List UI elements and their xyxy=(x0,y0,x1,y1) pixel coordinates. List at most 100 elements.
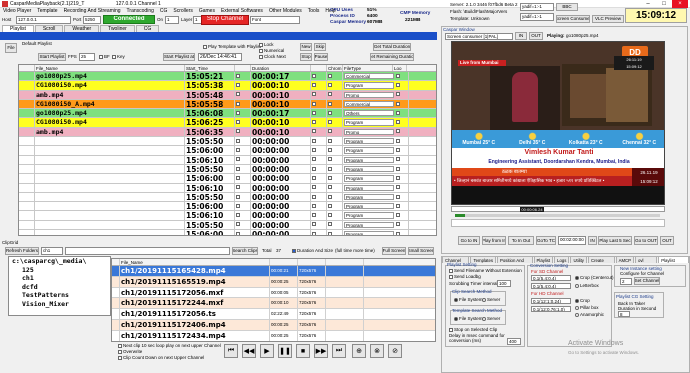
pillarbox-radio[interactable]: Pillar box xyxy=(575,305,599,311)
filetype-select[interactable]: Program xyxy=(344,175,394,182)
menu-item[interactable]: CG xyxy=(160,8,168,14)
clip-row[interactable]: ch1/20191115165519.mp4 00:00:25 720x576 xyxy=(112,276,435,288)
chroma-checkbox[interactable] xyxy=(327,90,343,99)
settings-tab[interactable]: Logs xyxy=(554,256,570,263)
tree-folder[interactable]: TestPatterns xyxy=(12,291,110,300)
font-select[interactable]: Font xyxy=(250,16,300,24)
folder-input[interactable]: ch1 xyxy=(41,247,63,255)
tree-folder[interactable]: 125 xyxy=(12,266,110,275)
stop-button[interactable]: Stop xyxy=(300,53,312,61)
clip-row[interactable]: ch1/20191115172406.mp4 00:00:25 720x576 xyxy=(112,319,435,331)
filetype-select[interactable]: Program xyxy=(344,212,394,219)
port-input[interactable]: 5250 xyxy=(83,16,101,24)
play-checkbox[interactable] xyxy=(235,155,251,164)
chroma-checkbox[interactable] xyxy=(327,81,343,90)
transport-play-button[interactable]: ▶ xyxy=(260,344,274,358)
duration-checkbox[interactable] xyxy=(311,90,327,99)
menu-item[interactable]: Transcoding xyxy=(127,8,154,14)
loop-checkbox[interactable] xyxy=(395,211,409,220)
playlist-row[interactable]: amb.mp4 15:06:35 00:00:10 Promo xyxy=(19,127,436,138)
fps-select[interactable]: 25 xyxy=(79,53,95,61)
loop-checkbox[interactable] xyxy=(395,174,409,183)
transport-last-button[interactable]: ⏭ xyxy=(332,344,346,358)
chroma-checkbox[interactable] xyxy=(327,183,343,192)
play-checkbox[interactable] xyxy=(235,127,251,137)
clip-row[interactable]: ch1/20191115172056.ts 02:22:49 720x576 xyxy=(112,309,435,320)
tpl-fs-radio[interactable]: File System xyxy=(454,316,483,322)
pause-button[interactable]: Pause xyxy=(314,53,328,61)
letterbox-radio[interactable]: Letterbox xyxy=(575,283,599,289)
settings-tab[interactable]: Playlist xyxy=(533,256,554,263)
search-clips-input[interactable] xyxy=(65,247,230,255)
duration-checkbox[interactable] xyxy=(311,109,327,118)
filetype-select[interactable]: Commercial xyxy=(344,100,394,108)
timecode-input[interactable]: 00:02:00:00 xyxy=(558,236,586,245)
play-checkbox[interactable] xyxy=(235,99,251,109)
play-checkbox[interactable] xyxy=(235,90,251,99)
loop-checkbox[interactable] xyxy=(395,183,409,192)
channel-number-select[interactable]: 2 xyxy=(620,278,632,285)
tab-twoliner[interactable]: Twoliner xyxy=(100,25,135,32)
yadif-select-1[interactable]: yadif=1:-1 xyxy=(520,3,554,11)
play-checkbox[interactable] xyxy=(235,118,251,127)
duration-checkbox[interactable] xyxy=(311,183,327,192)
crop-radio[interactable]: Crop xyxy=(575,298,590,304)
goto-out-button[interactable]: Go to OUT xyxy=(634,236,658,245)
loop-checkbox[interactable] xyxy=(395,109,409,118)
play-checkbox[interactable] xyxy=(235,109,251,118)
filetype-select[interactable]: Program xyxy=(344,147,394,154)
sd-value-2[interactable]: 0.1(5.4:0.4) xyxy=(531,283,571,289)
set-channel-button[interactable]: Set Channel xyxy=(634,277,660,285)
tree-folder[interactable]: ch1 xyxy=(12,274,110,283)
send-filename-checkbox[interactable]: Send Filename Without Extension xyxy=(449,268,522,274)
chroma-checkbox[interactable] xyxy=(327,220,343,230)
filetype-select[interactable]: Promo xyxy=(344,128,394,136)
skip-button[interactable]: Skip xyxy=(314,43,326,51)
loop-checkbox[interactable] xyxy=(395,155,409,164)
small-screen-button[interactable]: Small Screen xyxy=(408,247,434,255)
get-total-duration-button[interactable]: Get Total Duration xyxy=(373,43,411,51)
to-in-out-button[interactable]: To In Out xyxy=(508,236,534,245)
play-checkbox[interactable] xyxy=(235,202,251,211)
filetype-select[interactable]: Program xyxy=(344,82,394,89)
duration-checkbox[interactable] xyxy=(311,174,327,183)
menu-item[interactable]: Games xyxy=(199,8,215,14)
filetype-select[interactable]: Program xyxy=(344,138,394,145)
transport-add-button[interactable]: ⊕ xyxy=(352,344,366,358)
filetype-select[interactable]: Commercial xyxy=(344,73,394,80)
maximize-icon[interactable]: □ xyxy=(656,0,672,8)
loop-checkbox[interactable] xyxy=(395,192,409,202)
tab-weather[interactable]: Weather xyxy=(64,25,100,32)
goto-in-button[interactable]: Go to IN xyxy=(458,236,480,245)
anamorphic-radio[interactable]: Anamorphic xyxy=(575,312,604,318)
tab-playlist[interactable]: Playlist xyxy=(2,25,34,32)
goto-tc-button[interactable]: GoTo TC xyxy=(536,236,556,245)
hd-value-1[interactable]: 0.1(12:1:0.24) xyxy=(531,298,571,304)
scrub-track[interactable] xyxy=(451,206,665,212)
out-mark-button[interactable]: OUT xyxy=(660,236,674,245)
duration-checkbox[interactable] xyxy=(311,137,327,146)
file-button[interactable]: File xyxy=(5,43,17,53)
loop-checkbox[interactable] xyxy=(395,230,409,235)
settings-tab[interactable]: Position And Size xyxy=(497,256,533,270)
settings-tab[interactable]: Create PNG xyxy=(587,256,615,270)
chroma-checkbox[interactable] xyxy=(327,109,343,118)
new-button[interactable]: New xyxy=(300,43,312,51)
menu-item[interactable]: Recording And Streaming xyxy=(64,8,121,14)
transport-pause-button[interactable]: ❚❚ xyxy=(278,344,292,358)
playlist-row[interactable]: 15:06:10 00:00:00 Program xyxy=(19,211,436,221)
playlist-row[interactable]: CG1080i50_A.mp4 15:05:58 00:00:10 Commercia… xyxy=(19,99,436,110)
filetype-select[interactable]: Program xyxy=(344,203,394,210)
play-from-in-button[interactable]: Play from In xyxy=(482,236,506,245)
chroma-checkbox[interactable] xyxy=(327,118,343,127)
filetype-select[interactable]: Program xyxy=(344,221,394,229)
chroma-checkbox[interactable] xyxy=(327,146,343,155)
consumer-select[interactable]: Screen consumer [1|PAL] xyxy=(445,33,513,40)
loop-checkbox[interactable] xyxy=(395,118,409,127)
chroma-checkbox[interactable] xyxy=(327,211,343,220)
duration-checkbox[interactable] xyxy=(311,99,327,109)
playlist-row[interactable]: 15:06:10 00:00:00 Program xyxy=(19,155,436,165)
tree-folder[interactable]: dcfd xyxy=(12,283,110,292)
delay-input[interactable]: 400 xyxy=(507,338,521,345)
transport-fast-forward-button[interactable]: ▶▶ xyxy=(314,344,328,358)
